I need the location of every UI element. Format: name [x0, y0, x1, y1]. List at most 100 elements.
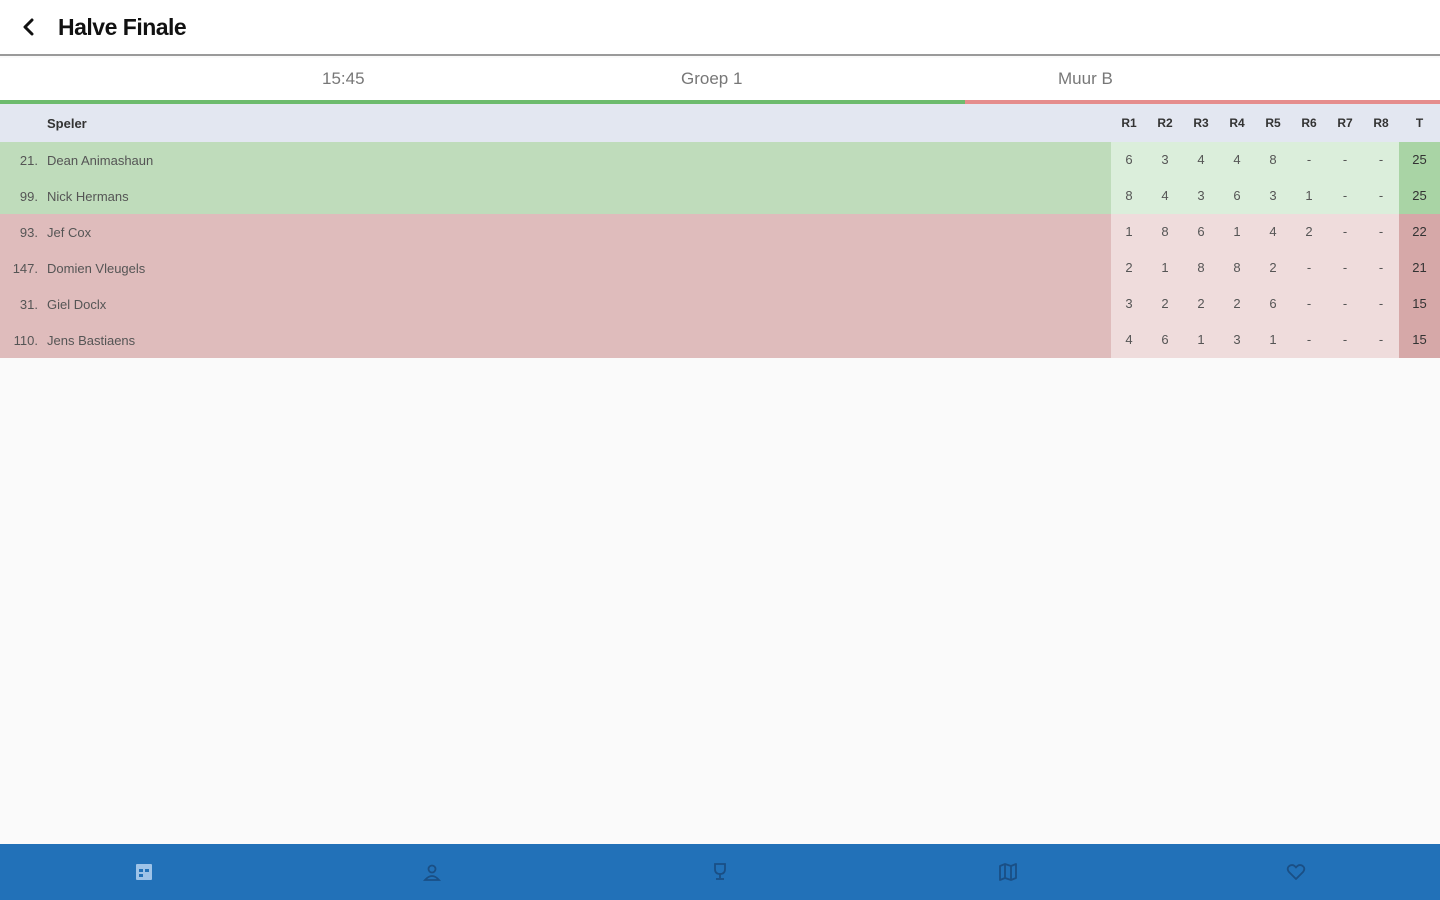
round-score: - [1306, 296, 1312, 311]
round-score: 6 [1269, 296, 1277, 311]
round-score: 2 [1233, 296, 1241, 311]
round-score: 1 [1161, 260, 1169, 275]
round-header-7: R7 [1337, 116, 1353, 130]
round-score: - [1342, 260, 1348, 275]
trophy-icon [714, 863, 726, 880]
round-score: 2 [1125, 260, 1133, 275]
round-header-3: R3 [1193, 116, 1209, 130]
round-header-1: R1 [1121, 116, 1137, 130]
player-name: Nick Hermans [47, 188, 129, 204]
match-info-bar: 15:45 Groep 1 Muur B [0, 58, 1440, 104]
round-score: 3 [1125, 296, 1133, 311]
player-number: 93. [19, 224, 38, 240]
round-score: 1 [1305, 188, 1313, 203]
round-score: - [1342, 188, 1348, 203]
round-score: 3 [1161, 152, 1169, 167]
total-score: 22 [1399, 214, 1440, 250]
round-score: - [1378, 152, 1384, 167]
round-score: - [1342, 296, 1348, 311]
person-icon [423, 864, 441, 881]
round-score: 6 [1161, 332, 1169, 347]
player-column-header: Speler [47, 115, 87, 131]
round-score: 1 [1269, 332, 1277, 347]
round-score: - [1342, 332, 1348, 347]
round-score: 1 [1197, 332, 1205, 347]
total-column-header: T [1415, 116, 1424, 130]
round-score: - [1378, 260, 1384, 275]
table-row[interactable]: 147. Domien Vleugels 2 1 8 8 2- - -21 [0, 250, 1440, 286]
round-header-2: R2 [1157, 116, 1173, 130]
player-name: Domien Vleugels [47, 260, 146, 276]
round-scores: 1 8 6 1 4 2 - - [1111, 214, 1399, 250]
round-score: - [1342, 224, 1348, 239]
table-row[interactable]: 110. Jens Bastiaens 4 6 1 3 1- - -15 [0, 322, 1440, 358]
total-score: 21 [1399, 250, 1440, 286]
round-score: 8 [1197, 260, 1205, 275]
table-body: 21. Dean Animashaun 6 3 4 4 8- - -25 99. Nick Herm… [0, 142, 1440, 358]
player-name: Giel Doclx [47, 296, 107, 312]
round-score: 1 [1233, 224, 1241, 239]
round-score: 3 [1197, 188, 1205, 203]
round-score: 6 [1197, 224, 1205, 239]
total-score: 15 [1399, 322, 1440, 358]
nav-item-map[interactable] [864, 844, 1152, 900]
round-score: 3 [1233, 332, 1241, 347]
round-score: 6 [1233, 188, 1241, 203]
round-score: 2 [1197, 296, 1205, 311]
nav-item-players[interactable] [288, 844, 576, 900]
table-header-row: Speler R1 R2 R3 R4 R5 R6 R7 R8 T [0, 104, 1440, 142]
app-bar: Halve Finale [0, 0, 1440, 56]
table-row[interactable]: 31. Giel Doclx 3 2 2 2 6- - -15 [0, 286, 1440, 322]
round-score: 6 [1125, 152, 1133, 167]
round-score: 1 [1125, 224, 1133, 239]
round-score: - [1306, 152, 1312, 167]
nav-item-favorites[interactable] [1152, 844, 1440, 900]
round-header-4: R4 [1229, 116, 1245, 130]
player-number: 21. [19, 152, 38, 168]
total-score: 15 [1399, 286, 1440, 322]
round-scores: 3 2 2 2 6 - - - [1111, 286, 1399, 322]
round-header-6: R6 [1301, 116, 1317, 130]
round-scores: 6 3 4 4 8 - - - [1111, 142, 1399, 178]
player-name: Jens Bastiaens [47, 332, 136, 348]
match-wall: Muur B [1058, 69, 1113, 88]
player-number: 147. [12, 260, 38, 276]
back-button[interactable] [0, 0, 58, 55]
arrow-back-icon [23, 18, 34, 36]
round-score: 4 [1161, 188, 1169, 203]
total-score: 25 [1399, 178, 1440, 214]
round-score: 8 [1269, 152, 1277, 167]
nav-item-schedule[interactable] [0, 844, 288, 900]
round-score: - [1342, 152, 1348, 167]
round-score: 2 [1269, 260, 1277, 275]
round-score: 8 [1125, 188, 1133, 203]
table-row[interactable]: 99. Nick Hermans 8 4 3 6 3 1- -25 [0, 178, 1440, 214]
round-scores: 8 4 3 6 3 1 - - [1111, 178, 1399, 214]
bottom-navigation [0, 844, 1440, 900]
round-score: 2 [1305, 224, 1313, 239]
player-number: 110. [13, 332, 38, 348]
round-scores: 4 6 1 3 1 - - - [1111, 322, 1399, 358]
round-score: - [1378, 224, 1384, 239]
page-title: Halve Finale [58, 13, 187, 40]
nav-item-rankings[interactable] [576, 844, 864, 900]
round-score: 4 [1233, 152, 1241, 167]
player-name: Jef Cox [47, 224, 92, 240]
match-group: Groep 1 [681, 69, 743, 88]
calendar-icon [136, 864, 152, 880]
table-row[interactable]: 93. Jef Cox 1 8 6 1 4 2- -22 [0, 214, 1440, 250]
table-row[interactable]: 21. Dean Animashaun 6 3 4 4 8- - -25 [0, 142, 1440, 178]
round-score: - [1378, 188, 1384, 203]
total-score: 25 [1399, 142, 1440, 178]
round-score: 4 [1269, 224, 1277, 239]
round-score: - [1306, 260, 1312, 275]
round-score: 3 [1269, 188, 1277, 203]
round-score: 8 [1233, 260, 1241, 275]
round-score: 4 [1197, 152, 1205, 167]
round-score: 8 [1161, 224, 1169, 239]
heart-icon [1286, 864, 1306, 880]
round-score: - [1306, 332, 1312, 347]
round-header-5: R5 [1265, 116, 1281, 130]
round-score: - [1378, 332, 1384, 347]
round-scores: 2 1 8 8 2 - - - [1111, 250, 1399, 286]
